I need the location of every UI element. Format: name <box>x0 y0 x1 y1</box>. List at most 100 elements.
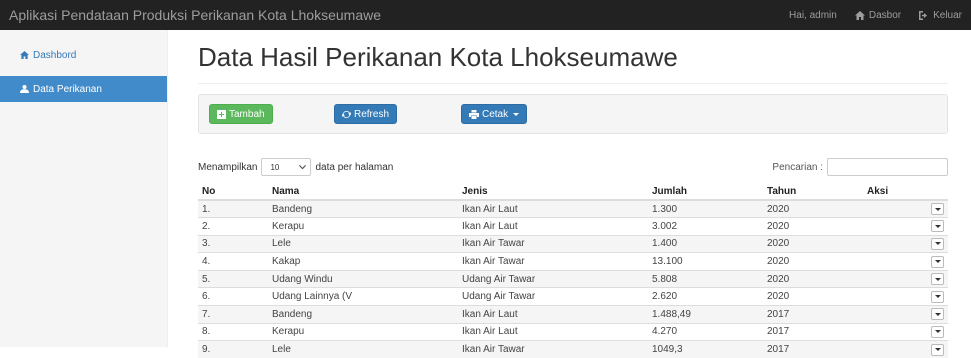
cell-jenis: Udang Air Tawar <box>458 287 648 306</box>
greeting-label: Hai, admin <box>789 9 837 21</box>
cell-jenis: Ikan Air Tawar <box>458 234 648 253</box>
cell-tahun: 2020 <box>763 234 863 253</box>
table-row: 5. Udang Windu Udang Air Tawar 5.808 2020 <box>198 269 948 288</box>
logout-icon <box>919 10 928 20</box>
cell-tahun: 2020 <box>763 269 863 288</box>
cell-nama: Lele <box>268 340 458 358</box>
dashboard-nav-label: Dasbor <box>868 9 902 21</box>
cell-tahun: 2017 <box>763 340 863 358</box>
cell-tahun: 2017 <box>763 322 863 341</box>
dashboard-nav-link[interactable]: Dasbor <box>846 0 910 30</box>
action-toolbar: Tambah Refresh Cetak <box>198 94 948 134</box>
column-header-no[interactable]: No <box>198 184 268 201</box>
add-button[interactable]: Tambah <box>209 104 273 124</box>
row-action-dropdown-button[interactable] <box>931 308 944 321</box>
cell-tahun: 2017 <box>763 305 863 324</box>
search-label: Pencarian : <box>772 161 823 173</box>
cell-jenis: Ikan Air Tawar <box>458 252 648 271</box>
greeting-link[interactable]: Hai, admin <box>780 0 846 30</box>
row-action-dropdown-button[interactable] <box>931 290 944 303</box>
column-header-jenis[interactable]: Jenis <box>458 184 648 201</box>
sidebar-item-label: Data Perikanan <box>33 83 102 95</box>
cell-nama: Udang Lainnya (V <box>268 287 458 306</box>
table-row: 1. Bandeng Ikan Air Laut 1.300 2020 <box>198 199 948 218</box>
row-action-dropdown-button[interactable] <box>931 343 944 356</box>
chevron-down-icon <box>299 164 307 169</box>
cell-nama: Kerapu <box>268 322 458 341</box>
row-action-dropdown-button[interactable] <box>931 325 944 338</box>
caret-down-icon <box>934 330 941 334</box>
cell-aksi <box>863 252 948 271</box>
cell-tahun: 2020 <box>763 252 863 271</box>
page-length-suffix: data per halaman <box>315 161 394 173</box>
caret-down-icon <box>934 207 941 211</box>
sidebar: Dashbord Data Perikanan <box>0 30 168 347</box>
sidebar-item-dashbord[interactable]: Dashbord <box>0 42 167 68</box>
search-control: Pencarian : <box>772 158 948 176</box>
cell-jumlah: 3.002 <box>648 217 763 236</box>
cell-no: 8. <box>198 322 268 341</box>
cell-tahun: 2020 <box>763 217 863 236</box>
caret-down-icon <box>934 295 941 299</box>
table-row: 2. Kerapu Ikan Air Laut 3.002 2020 <box>198 217 948 236</box>
cell-jumlah: 4.270 <box>648 322 763 341</box>
table-body: 1. Bandeng Ikan Air Laut 1.300 2020 2. Kerapu I… <box>198 199 948 358</box>
table-row: 7. Bandeng Ikan Air Laut 1.488,49 2017 <box>198 305 948 324</box>
page-length-prefix: Menampilkan <box>198 161 258 173</box>
table-controls: Menampilkan 10 data per halaman Pencaria… <box>198 158 948 178</box>
logout-link[interactable]: Keluar <box>910 0 971 30</box>
refresh-button[interactable]: Refresh <box>334 104 398 124</box>
cell-jenis: Ikan Air Laut <box>458 217 648 236</box>
caret-down-icon <box>513 112 520 116</box>
cell-nama: Bandeng <box>268 199 458 218</box>
cell-jumlah: 13.100 <box>648 252 763 271</box>
caret-down-icon <box>934 348 941 352</box>
row-action-dropdown-button[interactable] <box>931 273 944 286</box>
cell-nama: Kerapu <box>268 217 458 236</box>
caret-down-icon <box>934 260 941 264</box>
top-navbar: Aplikasi Pendataan Produksi Perikanan Ko… <box>0 0 971 30</box>
cell-jumlah: 1.400 <box>648 234 763 253</box>
row-action-dropdown-button[interactable] <box>931 220 944 233</box>
cell-aksi <box>863 199 948 218</box>
cell-jenis: Ikan Air Laut <box>458 322 648 341</box>
page-length-select[interactable]: 10 <box>261 158 312 176</box>
print-button-label: Cetak <box>482 108 509 120</box>
sidebar-item-data-perikanan[interactable]: Data Perikanan <box>0 76 167 102</box>
table-header-row: No Nama Jenis Jumlah Tahun Aksi <box>198 184 948 201</box>
row-action-dropdown-button[interactable] <box>931 237 944 250</box>
main-content: Data Hasil Perikanan Kota Lhokseumawe Ta… <box>198 30 948 358</box>
cell-jenis: Ikan Air Tawar <box>458 340 648 358</box>
cell-aksi <box>863 269 948 288</box>
table-row: 3. Lele Ikan Air Tawar 1.400 2020 <box>198 234 948 253</box>
print-dropdown-button[interactable]: Cetak <box>461 104 528 124</box>
cell-no: 7. <box>198 305 268 324</box>
column-header-jumlah[interactable]: Jumlah <box>648 184 763 201</box>
cell-no: 9. <box>198 340 268 358</box>
cell-jumlah: 1.300 <box>648 199 763 218</box>
cell-jumlah: 2.620 <box>648 287 763 306</box>
cell-no: 3. <box>198 234 268 253</box>
table-row: 6. Udang Lainnya (V Udang Air Tawar 2.620 20… <box>198 287 948 306</box>
add-button-label: Tambah <box>229 108 265 120</box>
app-brand[interactable]: Aplikasi Pendataan Produksi Perikanan Ko… <box>0 7 780 23</box>
table-row: 4. Kakap Ikan Air Tawar 13.100 2020 <box>198 252 948 271</box>
cell-tahun: 2020 <box>763 287 863 306</box>
cell-jenis: Ikan Air Laut <box>458 199 648 218</box>
cell-jumlah: 1049,3 <box>648 340 763 358</box>
table-row: 8. Kerapu Ikan Air Laut 4.270 2017 <box>198 322 948 341</box>
cell-nama: Bandeng <box>268 305 458 324</box>
column-header-tahun[interactable]: Tahun <box>763 184 863 201</box>
print-icon <box>469 109 479 119</box>
page-title: Data Hasil Perikanan Kota Lhokseumawe <box>198 42 948 84</box>
cell-nama: Lele <box>268 234 458 253</box>
cell-aksi <box>863 305 948 324</box>
row-action-dropdown-button[interactable] <box>931 255 944 268</box>
cell-aksi <box>863 322 948 341</box>
search-input[interactable] <box>827 158 948 176</box>
row-action-dropdown-button[interactable] <box>931 203 944 216</box>
refresh-button-label: Refresh <box>354 108 390 120</box>
cell-jenis: Ikan Air Laut <box>458 305 648 324</box>
caret-down-icon <box>934 224 941 228</box>
column-header-nama[interactable]: Nama <box>268 184 458 201</box>
